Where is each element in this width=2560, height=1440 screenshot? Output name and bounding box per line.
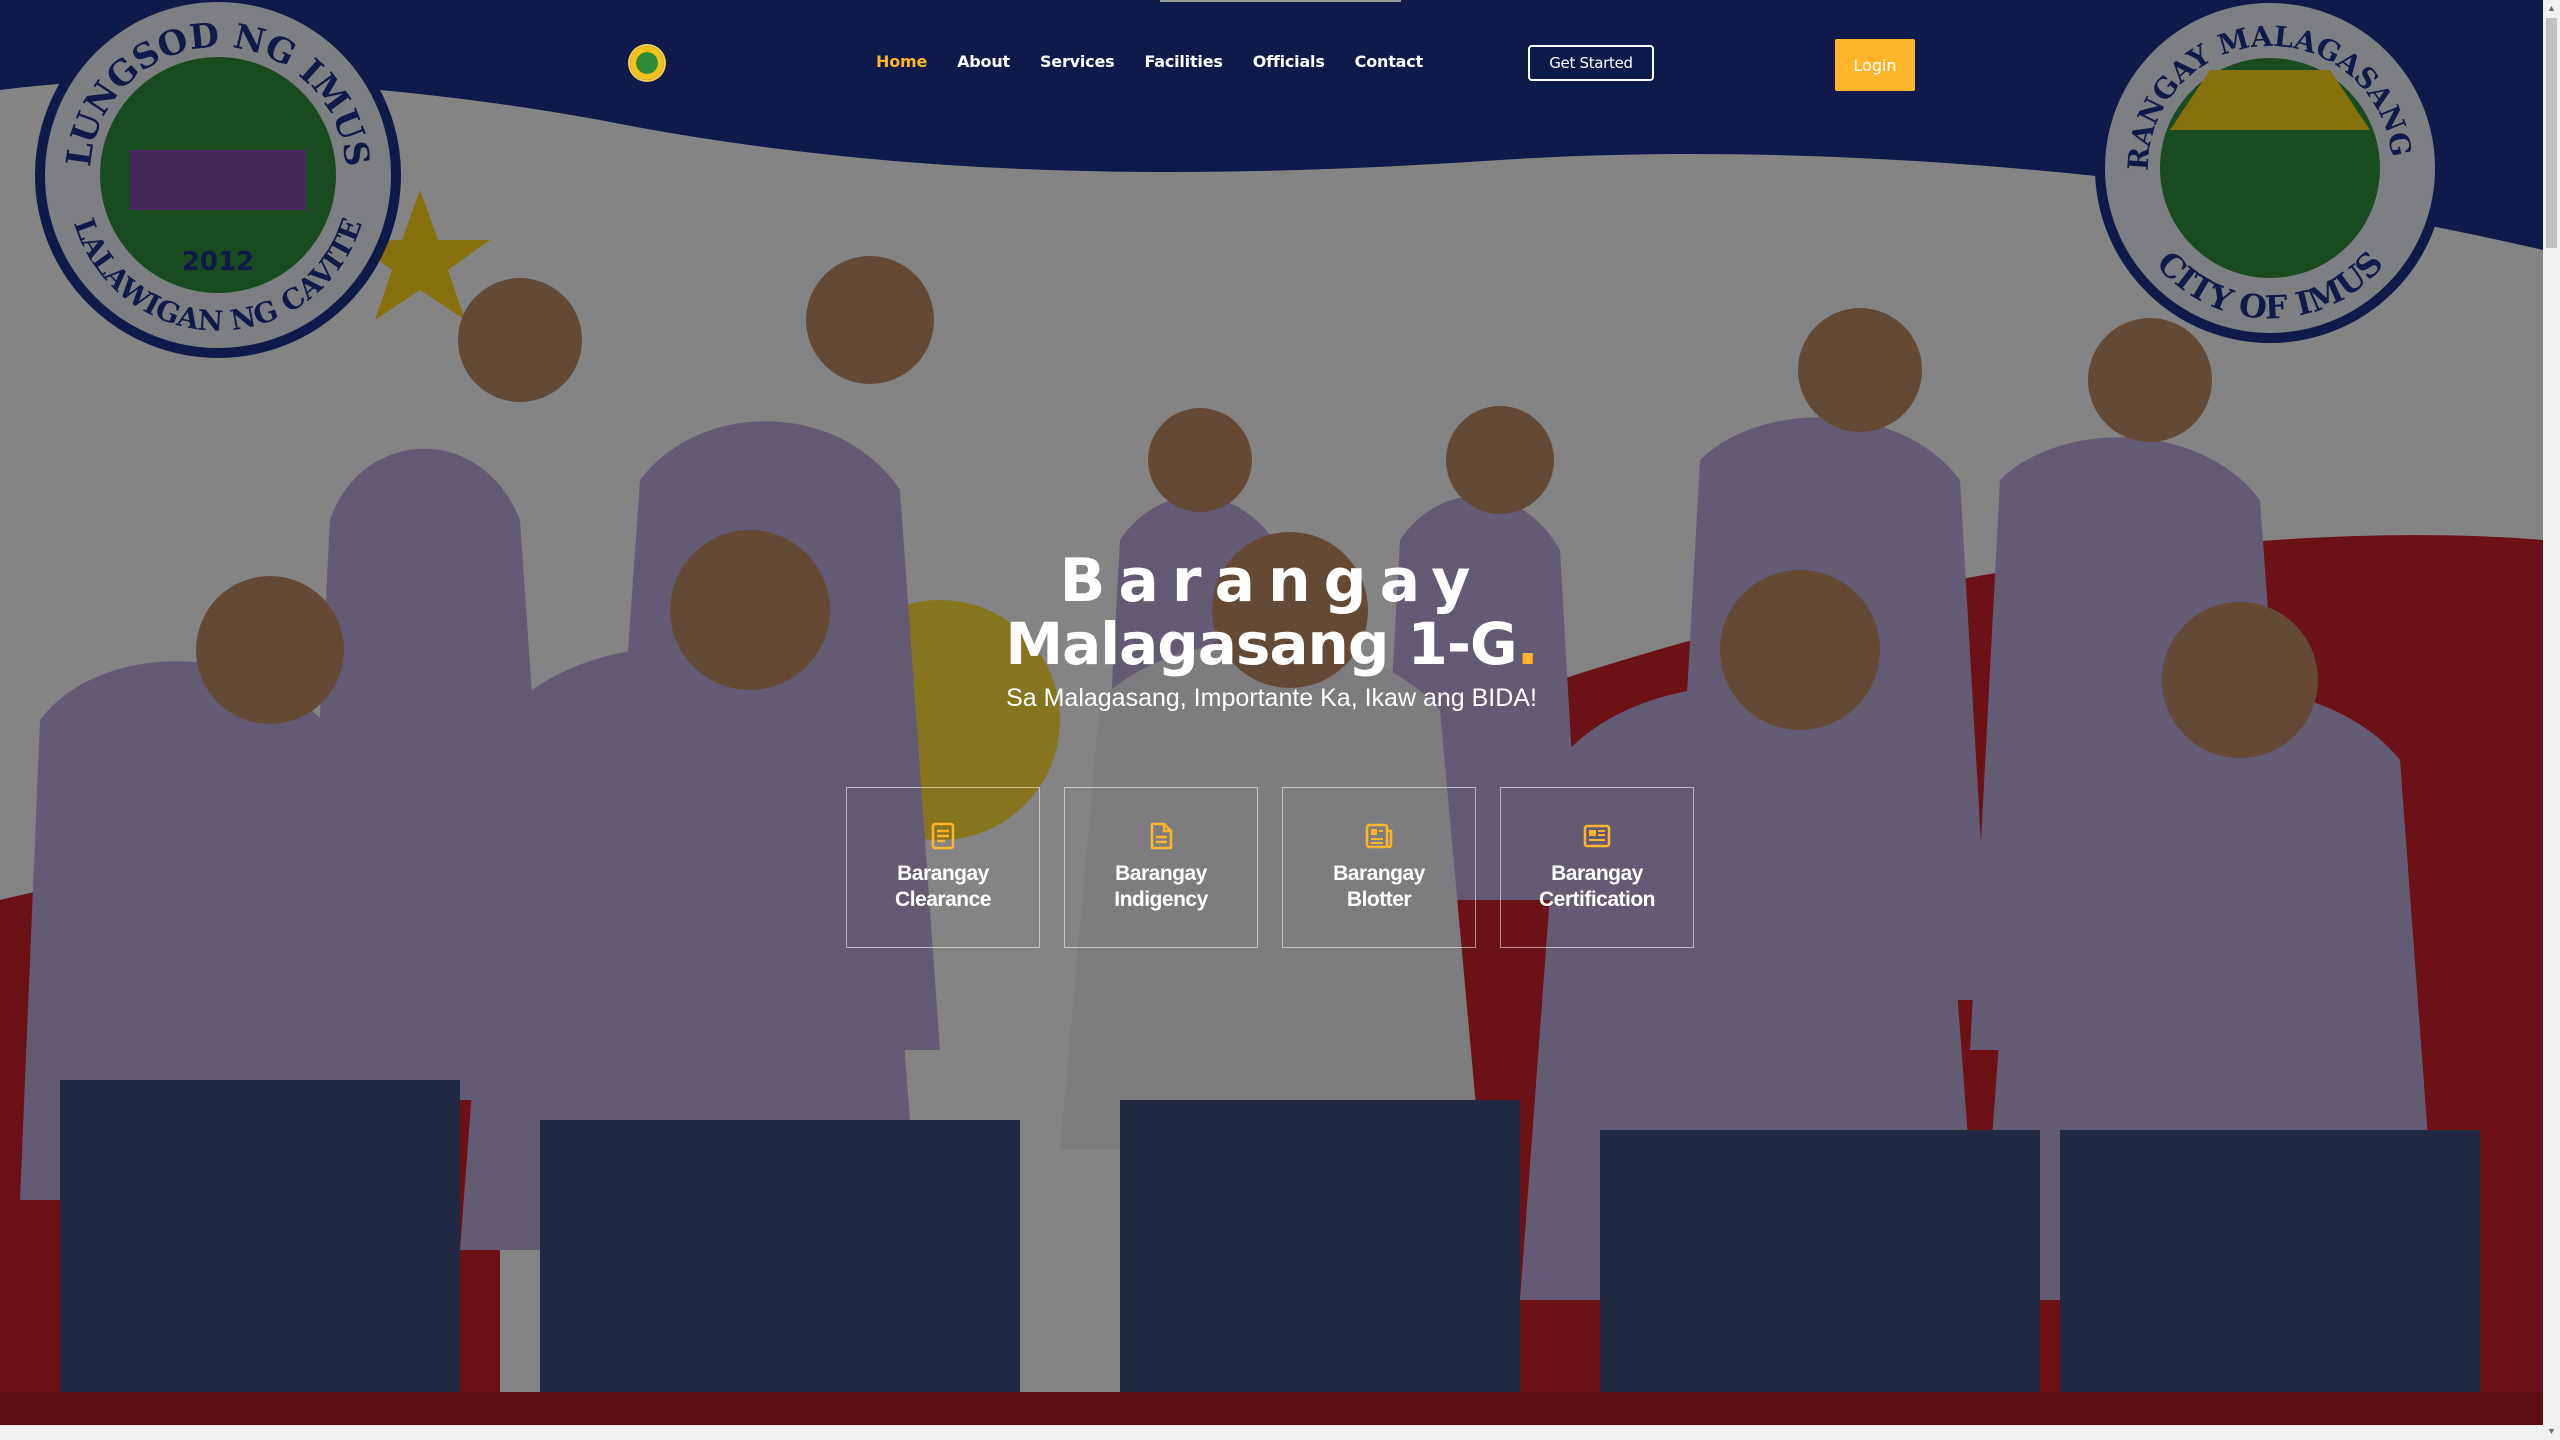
login-button[interactable]: Login [1835, 39, 1915, 91]
scroll-up-arrow-icon[interactable]: ▲ [2543, 0, 2560, 17]
horizontal-scrollbar-track [0, 1425, 2543, 1440]
service-label: Barangay Certification [1538, 862, 1656, 911]
service-barangay-indigency[interactable]: Barangay Indigency [1064, 787, 1258, 948]
hero-bottom-strip [0, 1392, 2543, 1425]
nav-officials-link[interactable]: Officials [1253, 52, 1325, 71]
nav-facilities-link[interactable]: Facilities [1144, 52, 1222, 71]
hero-title-line2: Malagasang 1-G. [0, 608, 2543, 680]
barangay-logo-icon[interactable] [628, 44, 666, 82]
newspaper-icon [1365, 823, 1393, 849]
service-label: Barangay Clearance [895, 862, 991, 911]
service-barangay-certification[interactable]: Barangay Certification [1500, 787, 1694, 948]
nav-contact-link[interactable]: Contact [1355, 52, 1424, 71]
document-icon [931, 822, 955, 850]
service-label: Barangay Indigency [1114, 862, 1208, 911]
hero-title-line1: Barangay [1059, 546, 1484, 616]
hero-tagline: Sa Malagasang, Importante Ka, Ikaw ang B… [1006, 684, 1537, 712]
service-barangay-clearance[interactable]: Barangay Clearance [846, 787, 1040, 948]
top-progress-line [1160, 0, 1401, 2]
nav-home-link[interactable]: Home [876, 52, 927, 71]
get-started-button[interactable]: Get Started [1528, 45, 1654, 81]
vertical-scrollbar[interactable]: ▲ ▼ [2543, 0, 2560, 1440]
main-nav: Home About Services Facilities Officials… [876, 52, 1453, 71]
scroll-down-arrow-icon[interactable]: ▼ [2543, 1423, 2560, 1440]
hero-title-dot: . [1516, 610, 1539, 678]
services-row: Barangay Clearance Barangay Indigency Bara… [846, 787, 1718, 948]
hero-title-name: Malagasang 1-G [1005, 610, 1517, 678]
certificate-icon [1583, 824, 1611, 848]
service-barangay-blotter[interactable]: Barangay Blotter [1282, 787, 1476, 948]
service-label: Barangay Blotter [1333, 862, 1425, 911]
file-icon [1150, 822, 1173, 850]
nav-about-link[interactable]: About [957, 52, 1010, 71]
scrollbar-thumb[interactable] [2546, 18, 2557, 248]
nav-services-link[interactable]: Services [1040, 52, 1115, 71]
